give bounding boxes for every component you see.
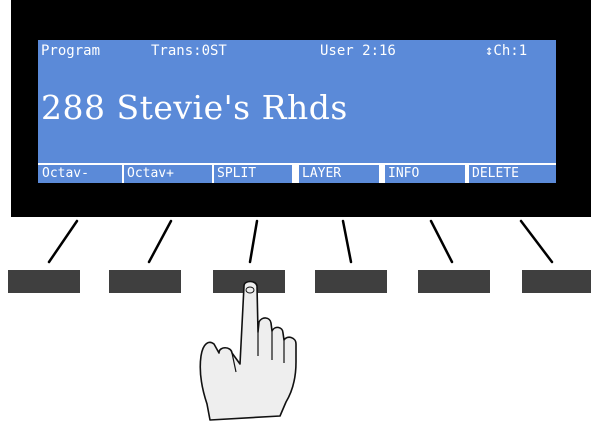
hand-pointer-icon — [199, 280, 297, 421]
